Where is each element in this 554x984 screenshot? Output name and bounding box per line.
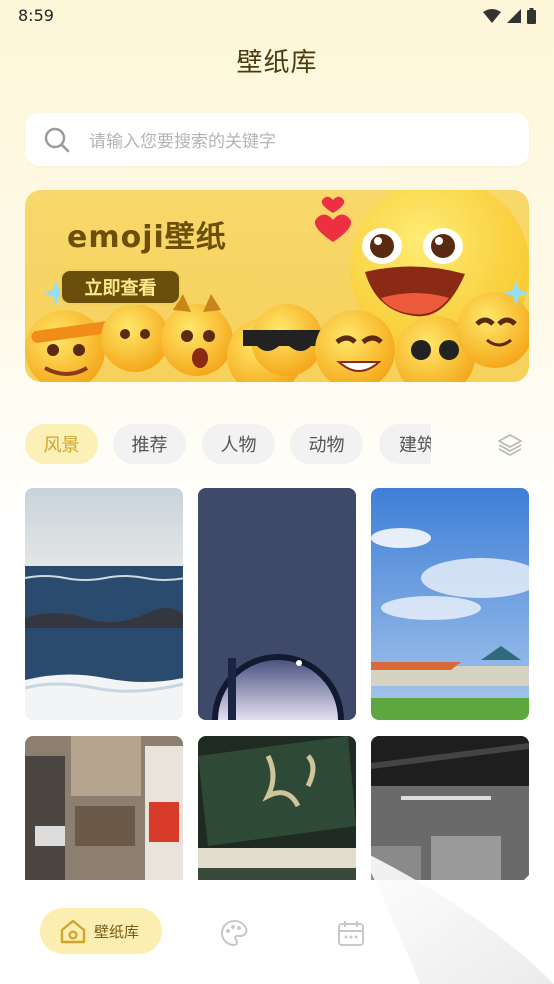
ocean-waves-image [25, 488, 183, 720]
layers-icon[interactable] [497, 432, 523, 458]
wallpaper-card-moon[interactable] [198, 488, 356, 720]
wallpaper-card-sky[interactable] [371, 488, 529, 720]
status-bar: 8:59 [0, 0, 554, 32]
search-bar[interactable]: 请输入您要搜索的关键字 [25, 113, 529, 166]
page-title: 壁纸库 [236, 48, 318, 78]
tab-architecture[interactable]: 建筑 [379, 424, 431, 464]
emoji-banner[interactable]: emoji壁纸 立即查看 [25, 190, 529, 382]
battery-icon [527, 8, 536, 24]
view-now-button[interactable]: 立即查看 [60, 269, 181, 305]
banner-title: emoji壁纸 [67, 220, 227, 255]
status-icons [483, 8, 536, 24]
wallpaper-card-ocean[interactable] [25, 488, 183, 720]
tab-architecture-label: 建筑 [399, 435, 431, 456]
signal-icon [507, 9, 521, 23]
wifi-icon [483, 9, 501, 23]
search-icon [44, 127, 70, 152]
nav-home-label: 壁纸库 [94, 922, 140, 941]
nav-wallpaper-library[interactable]: 壁纸库 [40, 908, 162, 954]
tab-animals[interactable]: 动物 [290, 424, 363, 464]
palette-icon[interactable] [219, 918, 249, 948]
tab-people[interactable]: 人物 [202, 424, 275, 464]
category-tabs: 风景 推荐 人物 动物 建筑 [25, 424, 529, 466]
sky-building-image [371, 488, 529, 720]
books-image [198, 736, 356, 880]
wallpaper-card-city[interactable] [25, 736, 183, 880]
status-time: 8:59 [18, 6, 54, 25]
search-input[interactable]: 请输入您要搜索的关键字 [89, 127, 276, 152]
wallpaper-grid [25, 488, 529, 880]
city-street-image [25, 736, 183, 880]
home-icon [60, 919, 86, 944]
wallpaper-card-books[interactable] [198, 736, 356, 880]
moon-window-image [198, 488, 356, 720]
tab-scenery[interactable]: 风景 [25, 424, 98, 464]
tab-recommended[interactable]: 推荐 [113, 424, 186, 464]
page-curl-overlay [360, 850, 554, 984]
